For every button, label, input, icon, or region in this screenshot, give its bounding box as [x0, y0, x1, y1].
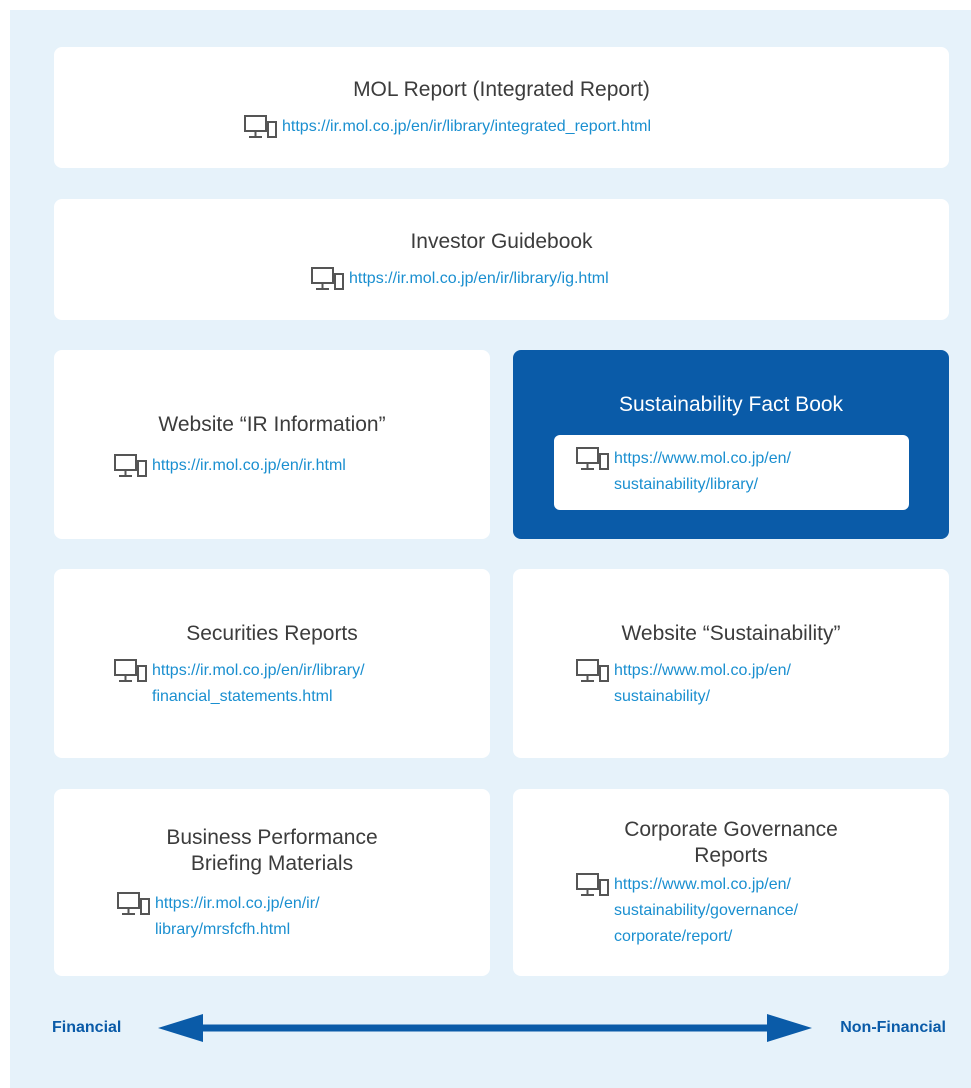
monitor-and-phone-icon: [114, 659, 147, 682]
non-financial-label: Non-Financial: [840, 1019, 946, 1036]
link-row: https://ir.mol.co.jp/en/ir/library/ig.ht…: [311, 266, 609, 292]
monitor-and-phone-icon: [117, 892, 150, 915]
fact-book-link-box: https://www.mol.co.jp/en/ sustainability…: [554, 435, 909, 510]
briefing-materials-card: Business Performance Briefing Materials …: [54, 789, 490, 976]
governance-link[interactable]: https://www.mol.co.jp/en/ sustainability…: [614, 872, 798, 950]
card-title: Website “IR Information”: [158, 413, 386, 436]
card-title: Investor Guidebook: [410, 230, 593, 253]
fact-book-link[interactable]: https://www.mol.co.jp/en/ sustainability…: [614, 446, 791, 498]
card-title: MOL Report (Integrated Report): [353, 78, 650, 101]
info-panel: MOL Report (Integrated Report) https://i…: [10, 10, 971, 1088]
monitor-and-phone-icon: [244, 115, 277, 138]
link-row: https://ir.mol.co.jp/en/ir/ library/mrsf…: [117, 891, 320, 943]
monitor-and-phone-icon: [114, 454, 147, 477]
ir-link[interactable]: https://ir.mol.co.jp/en/ir.html: [152, 453, 346, 479]
monitor-and-phone-icon: [311, 267, 344, 290]
card-title: Corporate Governance Reports: [624, 818, 838, 867]
mol-report-card: MOL Report (Integrated Report) https://i…: [54, 47, 949, 168]
ir-information-card: Website “IR Information” https://ir.mol.…: [54, 350, 490, 539]
card-title: Business Performance Briefing Materials: [166, 826, 378, 875]
investor-guidebook-card: Investor Guidebook https://ir.mol.co.jp/…: [54, 199, 949, 320]
double-arrow-icon: [158, 1014, 812, 1042]
link-row: https://www.mol.co.jp/en/ sustainability…: [576, 658, 791, 710]
guidebook-link[interactable]: https://ir.mol.co.jp/en/ir/library/ig.ht…: [349, 266, 609, 292]
link-row: https://www.mol.co.jp/en/ sustainability…: [576, 872, 798, 950]
financial-axis: Financial Non-Financial: [10, 1003, 971, 1053]
report-link[interactable]: https://ir.mol.co.jp/en/ir/library/integ…: [282, 114, 651, 140]
link-row: https://ir.mol.co.jp/en/ir/library/integ…: [244, 114, 651, 140]
monitor-and-phone-icon: [576, 447, 609, 470]
link-row: https://www.mol.co.jp/en/ sustainability…: [576, 446, 791, 498]
card-title: Securities Reports: [186, 622, 358, 645]
link-row: https://ir.mol.co.jp/en/ir/library/ fina…: [114, 658, 365, 710]
securities-reports-card: Securities Reports https://ir.mol.co.jp/…: [54, 569, 490, 758]
sustainability-link[interactable]: https://www.mol.co.jp/en/ sustainability…: [614, 658, 791, 710]
sustainability-site-card: Website “Sustainability” https://www.mol…: [513, 569, 949, 758]
fact-book-card: Sustainability Fact Book https://www.mol…: [513, 350, 949, 539]
securities-link[interactable]: https://ir.mol.co.jp/en/ir/library/ fina…: [152, 658, 365, 710]
link-row: https://ir.mol.co.jp/en/ir.html: [114, 453, 346, 479]
monitor-and-phone-icon: [576, 873, 609, 896]
governance-reports-card: Corporate Governance Reports https://www…: [513, 789, 949, 976]
briefing-link[interactable]: https://ir.mol.co.jp/en/ir/ library/mrsf…: [155, 891, 320, 943]
monitor-and-phone-icon: [576, 659, 609, 682]
card-title: Sustainability Fact Book: [618, 393, 844, 416]
card-title: Website “Sustainability”: [621, 622, 841, 645]
